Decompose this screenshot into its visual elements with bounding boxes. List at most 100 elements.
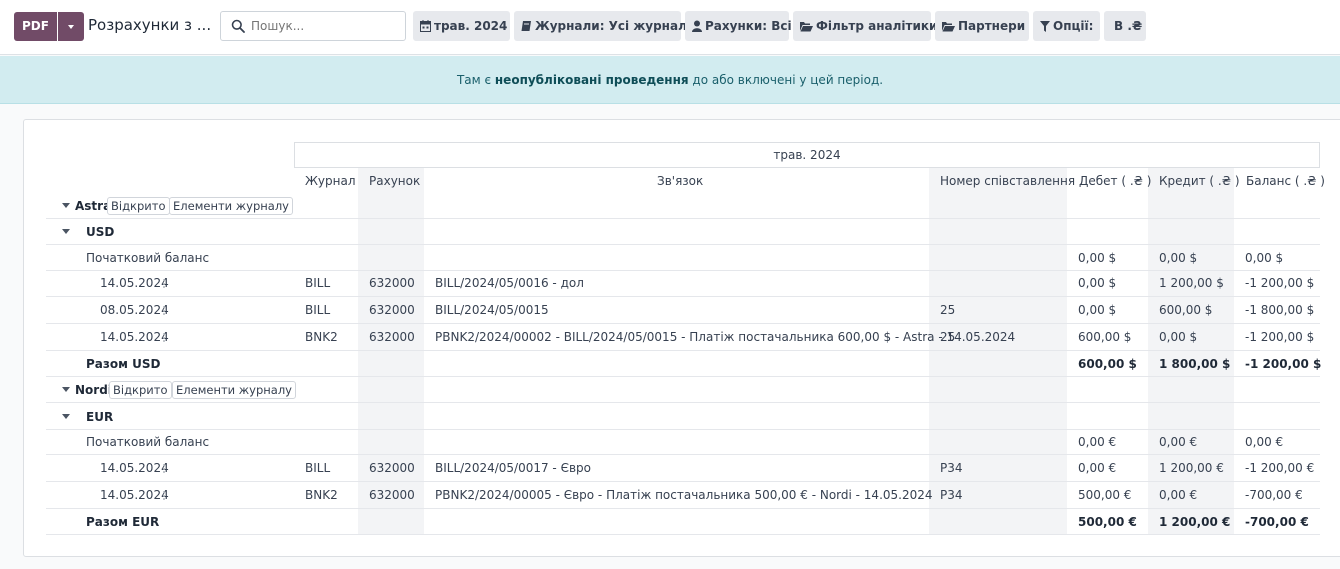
line-journal: BNK2 (305, 330, 338, 344)
kebab-icon[interactable] (163, 279, 165, 288)
caret-down-icon[interactable] (62, 414, 70, 419)
table-row[interactable]: 14.05.2024 BNK2 632000 PBNK2/2024/00002 … (46, 324, 1320, 351)
partner-name: Nordi (75, 383, 112, 397)
search-box[interactable] (220, 11, 406, 41)
col-header-debit[interactable]: Дебет ( .₴ ) (1079, 174, 1151, 188)
line-date: 08.05.2024 (100, 303, 169, 317)
balance-value: -1 200,00 $ (1245, 330, 1315, 344)
credit-value: 0,00 $ (1159, 251, 1198, 265)
table-row[interactable]: 08.05.2024 BILL 632000 BILL/2024/05/0015… (46, 297, 1320, 324)
line-matching: P34 (940, 461, 963, 475)
kebab-icon[interactable] (163, 464, 165, 473)
folder-open-icon (942, 22, 955, 32)
open-partner-button[interactable]: Відкрито (109, 381, 172, 399)
col-header-account[interactable]: Рахунок (369, 174, 420, 188)
filter-accounts-button[interactable]: Рахунки: Всі (685, 11, 792, 41)
filter-journals-label: Журнали: Усі журнали (535, 19, 696, 33)
currency-button[interactable]: В .₴ (1104, 11, 1146, 41)
col-header-reference[interactable]: Зв'язок (657, 174, 703, 188)
pdf-button[interactable]: PDF (14, 12, 57, 41)
caret-down-icon[interactable] (62, 203, 70, 208)
line-date: 14.05.2024 (100, 488, 169, 502)
line-journal: BILL (305, 276, 331, 290)
debit-value: 0,00 $ (1078, 303, 1117, 317)
journal-items-button[interactable]: Елементи журналу (169, 197, 293, 215)
partner-row-nordi[interactable]: Nordi Відкрито Елементи журналу (46, 377, 1320, 403)
filter-analytics-label: Фільтр аналітики (816, 19, 938, 33)
filter-accounts-label: Рахунки: Всі (705, 19, 792, 33)
filter-date-button[interactable]: трав. 2024 (413, 11, 510, 41)
total-label: Разом USD (86, 357, 161, 371)
journal-items-button[interactable]: Елементи журналу (172, 381, 296, 399)
credit-value: 0,00 € (1159, 488, 1198, 502)
line-reference: BILL/2024/05/0017 - Євро (435, 461, 591, 475)
filter-date-label: трав. 2024 (434, 19, 508, 33)
col-header-matching[interactable]: Номер співставлення (940, 174, 1075, 188)
opening-balance-row: Початковий баланс 0,00 $ 0,00 $ 0,00 $ (46, 245, 1320, 271)
line-journal: BILL (305, 461, 331, 475)
currency-label: В .₴ (1114, 19, 1143, 33)
balance-value: -700,00 € (1245, 488, 1303, 502)
kebab-icon[interactable] (163, 333, 165, 342)
debit-value: 500,00 € (1078, 488, 1132, 502)
filter-analytics-button[interactable]: Фільтр аналітики (793, 11, 937, 41)
unposted-entries-link[interactable]: неопубліковані проведення (495, 73, 689, 87)
kebab-icon[interactable] (163, 306, 165, 315)
total-label: Разом EUR (86, 515, 160, 529)
credit-total: 1 200,00 € (1159, 515, 1231, 529)
line-matching: 25 (940, 330, 956, 344)
col-header-credit[interactable]: Кредит ( .₴ ) (1159, 174, 1240, 188)
filter-options-button[interactable]: Опції: (1033, 11, 1100, 41)
line-matching: P34 (940, 488, 963, 502)
caret-down-icon[interactable] (62, 387, 70, 392)
total-row-usd: Разом USD 600,00 $ 1 800,00 $ -1 200,00 … (46, 351, 1322, 377)
table-row[interactable]: 14.05.2024 BILL 632000 BILL/2024/05/0016… (46, 270, 1320, 297)
line-account: 632000 (369, 276, 415, 290)
line-reference: PBNK2/2024/00005 - Євро - Платіж постача… (435, 488, 933, 502)
line-reference: PBNK2/2024/00002 - BILL/2024/05/0015 - П… (435, 330, 1016, 344)
folder-open-icon (800, 22, 813, 32)
line-date: 14.05.2024 (100, 276, 169, 290)
debit-value: 0,00 $ (1078, 251, 1117, 265)
credit-value: 1 200,00 € (1159, 461, 1224, 475)
line-reference: BILL/2024/05/0016 - дол (435, 276, 584, 290)
col-header-balance[interactable]: Баланс ( .₴ ) (1246, 174, 1325, 188)
kebab-icon[interactable] (163, 491, 165, 500)
line-date: 14.05.2024 (100, 330, 169, 344)
opening-balance-label: Початковий баланс (86, 251, 210, 265)
currency-row-usd[interactable]: USD (46, 219, 1320, 245)
control-panel: PDF Розрахунки з ... трав. 2024 Журнали:… (0, 0, 1340, 55)
opening-balance-row: Початковий баланс 0,00 € 0,00 € 0,00 € (46, 429, 1320, 455)
credit-value: 0,00 € (1159, 435, 1198, 449)
balance-value: -1 200,00 $ (1245, 276, 1315, 290)
currency-name: EUR (86, 410, 114, 424)
balance-value: 0,00 € (1245, 435, 1284, 449)
filter-journals-button[interactable]: Журнали: Усі журнали (514, 11, 695, 41)
debit-value: 0,00 € (1078, 435, 1117, 449)
filter-icon (1040, 21, 1050, 32)
currency-row-eur[interactable]: EUR (46, 404, 1320, 430)
period-header: трав. 2024 (294, 142, 1320, 168)
filter-partners-button[interactable]: Партнери (935, 11, 1029, 41)
breadcrumb: Розрахунки з ... (88, 16, 212, 34)
pdf-dropdown-toggle[interactable] (58, 12, 84, 41)
search-input[interactable] (249, 16, 399, 36)
calendar-icon (420, 20, 431, 32)
line-matching: 25 (940, 303, 956, 317)
open-partner-button[interactable]: Відкрито (107, 197, 170, 215)
filter-partners-label: Партнери (958, 19, 1026, 33)
caret-down-icon[interactable] (62, 229, 70, 234)
debit-value: 0,00 € (1078, 461, 1117, 475)
book-icon (521, 21, 531, 31)
col-header-journal[interactable]: Журнал (305, 174, 356, 188)
debit-value: 600,00 $ (1078, 330, 1132, 344)
unposted-entries-alert: Там є неопубліковані проведення до або в… (0, 56, 1340, 104)
balance-total: -1 200,00 $ (1245, 357, 1322, 371)
partner-row-astra[interactable]: Astra Відкрито Елементи журналу (46, 193, 1320, 219)
total-row-eur: Разом EUR 500,00 € 1 200,00 € -700,00 € (46, 509, 1320, 535)
table-row[interactable]: 14.05.2024 BILL 632000 BILL/2024/05/0017… (46, 455, 1320, 482)
currency-name: USD (86, 225, 115, 239)
user-icon (692, 20, 702, 32)
partner-name: Astra (75, 199, 112, 213)
table-row[interactable]: 14.05.2024 BNK2 632000 PBNK2/2024/00005 … (46, 482, 1320, 509)
